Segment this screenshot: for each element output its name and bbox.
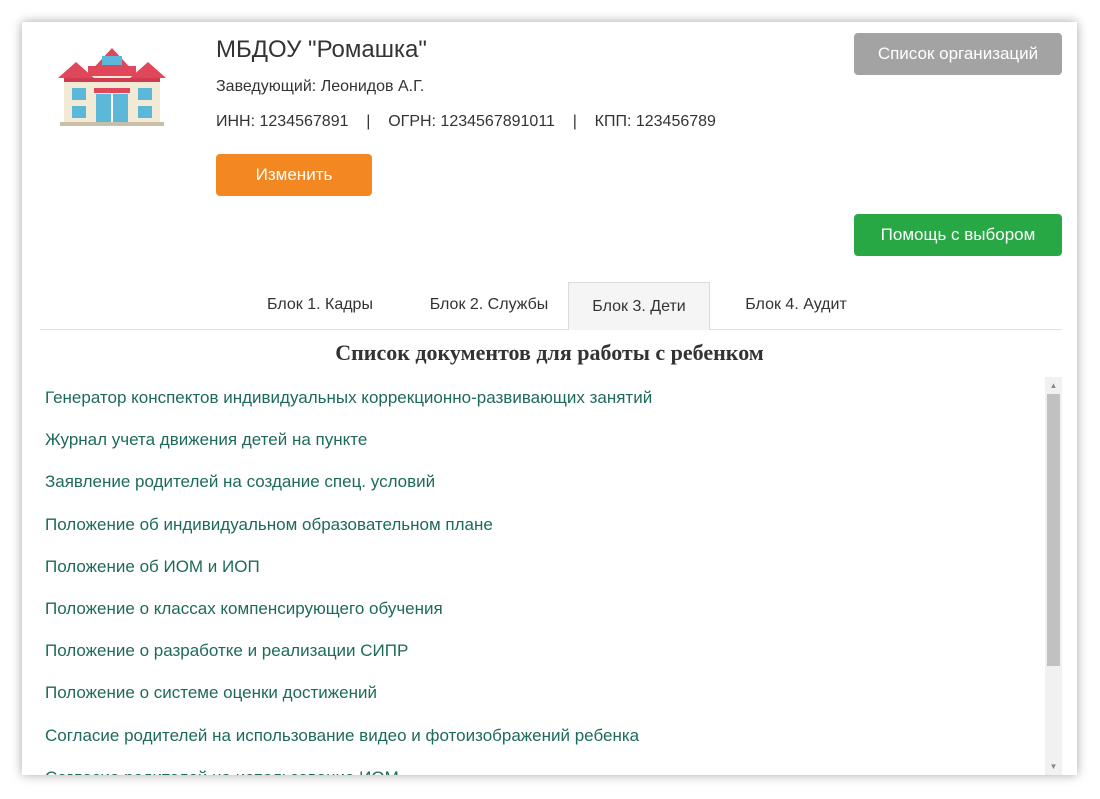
document-link[interactable]: Генератор конспектов индивидуальных корр… bbox=[45, 377, 1035, 419]
documents-scrollbar[interactable]: ▲ ▼ bbox=[1045, 377, 1062, 775]
tab-block-3[interactable]: Блок 3. Дети bbox=[568, 282, 710, 330]
edit-button[interactable]: Изменить bbox=[216, 154, 372, 196]
organization-card: МБДОУ "Ромашка" Заведующий: Леонидов А.Г… bbox=[22, 22, 1077, 775]
building-icon bbox=[58, 48, 166, 126]
documents-title: Список документов для работы с ребенком bbox=[335, 340, 764, 365]
scroll-down-arrow-icon[interactable]: ▼ bbox=[1045, 758, 1062, 775]
document-link[interactable]: Журнал учета движения детей на пункте bbox=[45, 419, 1035, 461]
tab-block-1[interactable]: Блок 1. Кадры bbox=[250, 282, 390, 328]
document-link[interactable]: Положение об ИОМ и ИОП bbox=[45, 546, 1035, 588]
scroll-up-arrow-icon[interactable]: ▲ bbox=[1045, 377, 1062, 394]
organization-list-button[interactable]: Список организаций bbox=[854, 33, 1062, 75]
block-tabs: Блок 1. Кадры Блок 2. Службы Блок 3. Дет… bbox=[40, 282, 1062, 330]
document-link[interactable]: Согласие родителей на использование ИОМ bbox=[45, 757, 1035, 775]
document-link[interactable]: Положение об индивидуальном образователь… bbox=[45, 504, 1035, 546]
scrollbar-thumb[interactable] bbox=[1047, 394, 1060, 666]
tab-block-2[interactable]: Блок 2. Службы bbox=[414, 282, 564, 328]
documents-list: Генератор конспектов индивидуальных корр… bbox=[45, 377, 1035, 775]
help-choose-button[interactable]: Помощь с выбором bbox=[854, 214, 1062, 256]
document-link[interactable]: Положение о классах компенсирующего обуч… bbox=[45, 588, 1035, 630]
organization-title: МБДОУ "Ромашка" bbox=[216, 36, 427, 63]
document-link[interactable]: Положение о системе оценки достижений bbox=[45, 672, 1035, 714]
tab-block-4[interactable]: Блок 4. Аудит bbox=[726, 282, 866, 328]
document-link[interactable]: Положение о разработке и реализации СИПР bbox=[45, 630, 1035, 672]
director-name: Заведующий: Леонидов А.Г. bbox=[216, 78, 425, 95]
organization-identifiers: ИНН: 1234567891 | ОГРН: 1234567891011 | … bbox=[216, 113, 716, 130]
document-link[interactable]: Заявление родителей на создание спец. ус… bbox=[45, 461, 1035, 503]
document-link[interactable]: Согласие родителей на использование виде… bbox=[45, 715, 1035, 757]
